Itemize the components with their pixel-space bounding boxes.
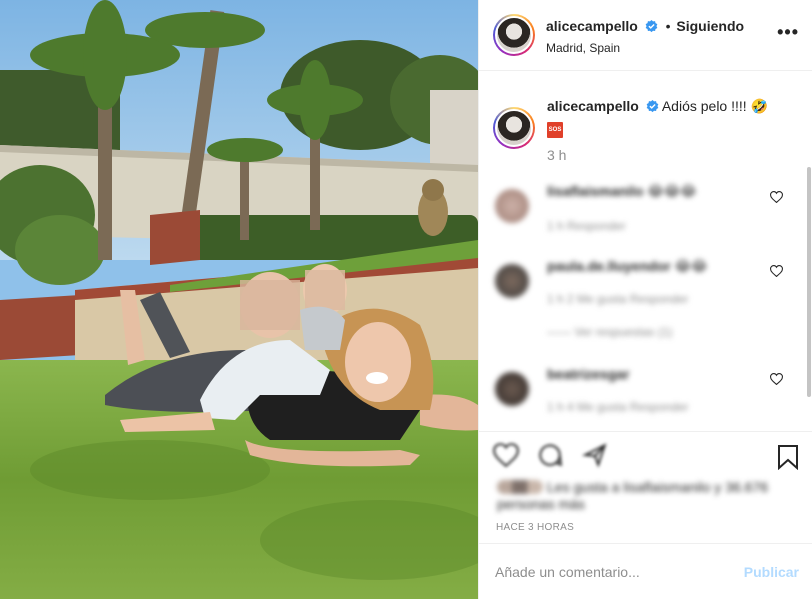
caption-text: Adiós pelo !!!! 🤣 [661,98,768,114]
post-location[interactable]: Madrid, Spain [546,41,744,55]
heart-icon[interactable] [770,373,783,385]
post-photo-illustration [0,0,478,599]
commenter-username[interactable]: beatrizesgar [547,366,629,382]
verified-badge-icon [646,99,659,117]
liker-avatars [497,480,543,494]
verified-badge-icon [645,20,658,36]
comment-line: lisaflaismanilo 😂😂😂 [547,183,696,200]
action-icons-group [493,442,622,473]
comment-item: lisaflaismanilo 😂😂😂 1 h Responder [479,181,812,241]
comment-item: paula.de.lluyendor 😂😂 1 h 2 Me gusta Res… [479,256,812,339]
heart-icon[interactable] [493,443,519,472]
more-options-icon[interactable]: ••• [777,22,799,43]
header-separator: • [665,18,671,34]
likes-summary[interactable]: Les gusta a lisaflaismanilo y 36.676 per… [497,479,787,513]
post-side-panel: alicecampello • Siguiendo Madrid, Spain … [478,0,812,599]
caption-author-avatar[interactable] [493,107,535,149]
post-photo[interactable] [0,0,478,599]
heart-icon[interactable] [770,265,783,277]
post-time-ago[interactable]: HACE 3 HORAS [496,522,574,533]
comment-text: 😂😂 [674,258,708,274]
comment-meta[interactable]: 1 h 4 Me gusta Responder [547,400,688,414]
commenter-username[interactable]: paula.de.lluyendor [547,258,671,274]
comment-meta[interactable]: 1 h Responder [547,219,626,233]
caption-username[interactable]: alicecampello [547,98,639,114]
commenter-username[interactable]: lisaflaismanilo [547,183,643,199]
comment-line: beatrizesgar [547,366,629,382]
add-comment-bar: Publicar [479,543,812,599]
author-info: alicecampello • Siguiendo Madrid, Spain [546,18,744,55]
comment-text: 😂😂😂 [647,183,697,199]
bookmark-icon[interactable] [777,444,799,470]
comment-line: paula.de.lluyendor 😂😂 [547,258,707,275]
caption-timestamp[interactable]: 3 h [547,147,566,163]
comment-item: beatrizesgar 1 h 4 Me gusta Responder [479,364,812,424]
heart-icon[interactable] [770,191,783,203]
share-icon[interactable] [581,442,608,473]
view-replies-link[interactable]: —— Ver respuestas (1) [547,325,672,339]
sos-emoji-icon: SOS [547,122,563,138]
commenter-avatar[interactable] [495,264,529,298]
post-header: alicecampello • Siguiendo Madrid, Spain … [479,0,812,71]
comments-scrollbar[interactable] [807,167,811,397]
commenter-avatar[interactable] [495,189,529,223]
post-caption: alicecampello Adiós pelo !!!! 🤣 SOS [547,97,797,138]
comment-input[interactable] [495,562,725,582]
commenter-avatar[interactable] [495,372,529,406]
publish-button[interactable]: Publicar [744,564,799,580]
comments-list: alicecampello Adiós pelo !!!! 🤣 SOS 3 h … [479,71,812,431]
comment-meta[interactable]: 1 h 2 Me gusta Responder [547,292,688,306]
comment-icon[interactable] [537,442,563,473]
post-actions: Les gusta a lisaflaismanilo y 36.676 per… [479,431,812,543]
author-avatar[interactable] [493,14,535,56]
author-username[interactable]: alicecampello [546,18,638,34]
following-button[interactable]: Siguiendo [676,18,744,34]
